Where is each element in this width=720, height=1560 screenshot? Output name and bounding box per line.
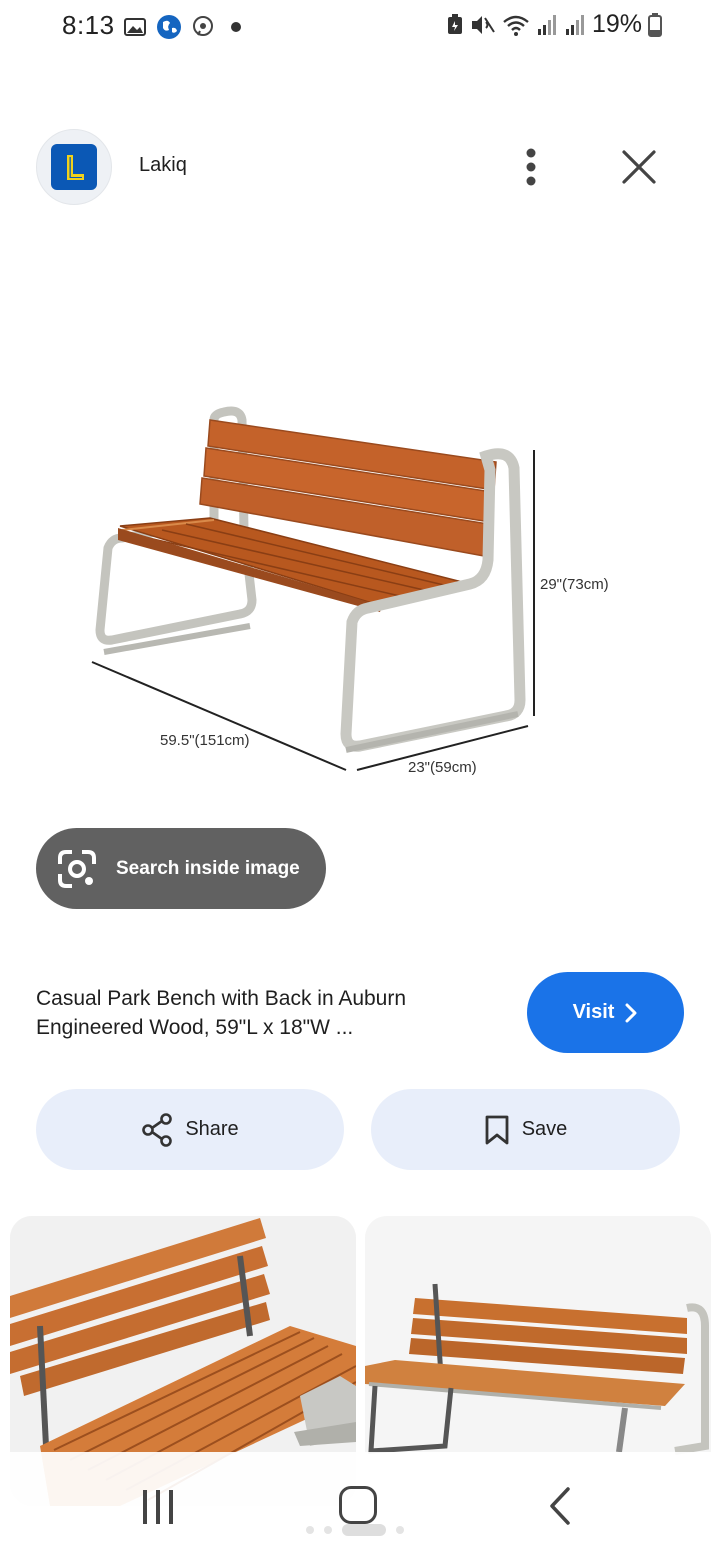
globe-icon (157, 15, 181, 39)
save-button[interactable]: Save (371, 1089, 680, 1170)
dimension-width-label: 23"(59cm) (408, 759, 477, 776)
source-logo (51, 144, 97, 190)
wifi-icon (503, 15, 529, 36)
search-inside-image-label: Search inside image (116, 857, 300, 879)
close-icon (622, 150, 656, 184)
signal-icon (537, 14, 556, 35)
dimension-height-label: 29"(73cm) (540, 576, 609, 593)
battery-icon (648, 12, 662, 37)
visit-button[interactable]: Visit (527, 972, 684, 1053)
gallery-icon (124, 18, 146, 36)
home-button[interactable] (339, 1486, 377, 1524)
result-title[interactable]: Casual Park Bench with Back in Auburn En… (36, 984, 476, 1042)
messenger-icon (193, 16, 213, 36)
status-notification-icons (124, 14, 244, 40)
source-name[interactable]: Lakiq (139, 154, 187, 177)
battery-percent: 19% (591, 10, 642, 38)
share-button[interactable]: Share (36, 1089, 344, 1170)
status-bar: 8:13 19% (0, 0, 720, 56)
back-button[interactable] (546, 1486, 574, 1526)
status-time: 8:13 (62, 10, 115, 40)
lakiq-logo-icon (59, 152, 89, 182)
dimension-length-label: 59.5"(151cm) (160, 732, 250, 749)
battery-saver-icon (447, 13, 462, 34)
search-inside-image-button[interactable]: Search inside image (36, 828, 326, 909)
more-options-button[interactable] (510, 140, 552, 194)
share-label: Share (185, 1118, 239, 1140)
google-lens-icon (58, 849, 96, 888)
status-system-icons: 19% (446, 10, 662, 39)
close-button[interactable] (612, 140, 666, 194)
pager-dot (306, 1526, 314, 1534)
more-vert-icon (526, 148, 536, 186)
chevron-right-icon (625, 1003, 637, 1022)
bookmark-icon (485, 1115, 509, 1144)
dot-icon (231, 22, 241, 32)
signal-icon (565, 14, 584, 35)
bench-image: 29"(73cm) 59.5"(151cm) 23"(59cm) (91, 406, 609, 776)
main-image[interactable]: 29"(73cm) 59.5"(151cm) 23"(59cm) (0, 240, 720, 800)
save-label: Save (521, 1118, 568, 1140)
visit-label: Visit (572, 1001, 615, 1023)
mute-icon (471, 15, 495, 34)
image-pager-dots (306, 1524, 404, 1536)
share-icon (142, 1112, 173, 1147)
system-nav-bar (0, 1452, 720, 1560)
pager-dot (324, 1526, 332, 1534)
source-avatar[interactable] (36, 129, 112, 205)
recent-apps-button[interactable] (139, 1490, 177, 1524)
pager-dot (396, 1526, 404, 1534)
pager-dot-active (342, 1524, 386, 1536)
